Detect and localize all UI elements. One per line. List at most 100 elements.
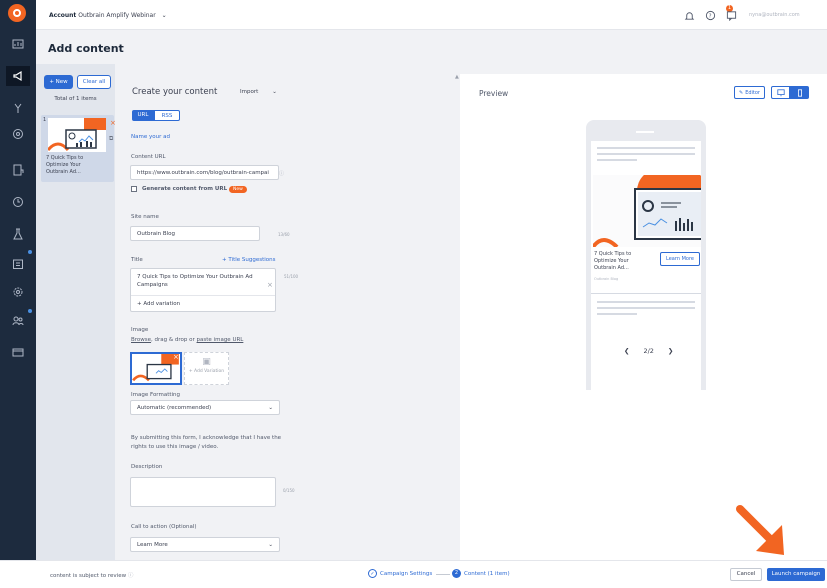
scroll-up-icon[interactable]: ▲ [455, 74, 459, 80]
notifications-bell-icon[interactable] [682, 8, 696, 22]
total-items-count: Total of 1 items [54, 96, 97, 102]
review-notice: content is subject to review ⓘ [50, 571, 133, 579]
title-suggestions-link[interactable]: + Title Suggestions [222, 257, 276, 263]
new-badge: New [229, 186, 247, 193]
title-label: Title [131, 257, 143, 263]
create-content-title: Create your content [132, 87, 218, 97]
remove-image-icon[interactable]: × [173, 354, 179, 361]
preview-panel: Preview ✎ Editor 7 Quick Tips to Optimiz… [460, 74, 827, 560]
review-text: content is subject to review [50, 573, 127, 579]
conversions-icon[interactable] [6, 98, 30, 118]
tab-rss[interactable]: RSS [154, 110, 180, 121]
tab-url[interactable]: URL [132, 110, 154, 121]
title-input-box[interactable]: 7 Quick Tips to Optimize Your Outbrain A… [130, 268, 276, 312]
calendar-icon[interactable] [6, 254, 30, 274]
users-icon[interactable] [6, 311, 30, 331]
desktop-view-button[interactable] [771, 86, 790, 99]
content-url-input[interactable]: https://www.outbrain.com/blog/outbrain-c… [130, 165, 279, 180]
info-icon: ⓘ [127, 573, 134, 579]
check-circle-icon: ✓ [368, 569, 377, 578]
mobile-view-button[interactable] [790, 86, 809, 99]
name-your-ad-link[interactable]: Name your ad [131, 134, 170, 140]
editor-button[interactable]: ✎ Editor [734, 86, 765, 99]
image-thumbnail[interactable]: × [130, 352, 182, 385]
dashboard-icon[interactable] [6, 34, 30, 54]
settings-gear-icon[interactable] [6, 282, 30, 302]
chevron-down-icon: ⌄ [161, 12, 167, 19]
calendar-dot-indicator [28, 250, 32, 254]
add-title-variation[interactable]: + Add variation [131, 295, 275, 312]
generate-content-checkbox[interactable] [131, 186, 137, 192]
lab-icon[interactable] [6, 224, 30, 244]
mobile-icon [797, 88, 802, 97]
sidebar [0, 0, 36, 588]
audiences-icon[interactable] [6, 124, 30, 144]
site-name-input[interactable]: Outbrain Blog [130, 226, 260, 241]
top-bar: Account Outbrain Amplify Webinar ⌄ 1 ? n… [36, 0, 827, 30]
title-text: 7 Quick Tips to Optimize Your Outbrain A… [137, 274, 253, 288]
preview-ad-image [593, 175, 701, 247]
description-textarea[interactable] [130, 477, 276, 507]
chevron-right-icon[interactable]: ❯ [668, 347, 673, 355]
footer-bar: content is subject to review ⓘ ✓ Campaig… [0, 560, 827, 588]
messages-icon[interactable] [724, 8, 738, 22]
page-title: Add content [48, 42, 124, 55]
reports-icon[interactable] [6, 160, 30, 180]
highlight-arrow-icon [736, 505, 784, 555]
description-label: Description [131, 464, 163, 470]
user-menu[interactable]: nyna@outbrain.com [749, 12, 823, 18]
paste-image-url-link[interactable]: paste image URL [197, 337, 244, 343]
description-counter: 0/150 [283, 488, 295, 493]
help-icon[interactable]: ? [703, 8, 717, 22]
account-selector[interactable]: Account Outbrain Amplify Webinar ⌄ [49, 12, 167, 19]
browse-link[interactable]: Browse [131, 337, 151, 343]
preview-card-site: Outbrain Blog [594, 277, 619, 281]
step-campaign-settings[interactable]: ✓ Campaign Settings [368, 569, 432, 578]
site-name-counter: 13/60 [278, 232, 290, 237]
preview-cta-button: Learn More [660, 252, 700, 266]
users-dot-indicator [28, 309, 32, 313]
site-name-label: Site name [131, 214, 159, 220]
step2-label: Content (1 item) [464, 570, 510, 577]
drag-drop-text: , drag & drop or [151, 337, 197, 343]
list-item[interactable]: 1 × ⧉ 7 Quick Tips to Optimize Your Outb… [41, 115, 116, 182]
add-image-variation-button[interactable]: ▣ + Add Variation [184, 352, 229, 385]
chevron-left-icon[interactable]: ❮ [624, 347, 629, 355]
cta-label: Call to action (Optional) [131, 524, 197, 530]
cancel-button[interactable]: Cancel [730, 568, 762, 581]
campaigns-megaphone-icon[interactable] [6, 66, 30, 86]
item-number: 1 [43, 117, 47, 123]
import-dropdown[interactable]: Import ⌄ [240, 89, 277, 95]
content-list-panel: + New Clear all Total of 1 items 1 × ⧉ 7… [36, 64, 116, 560]
svg-text:?: ? [708, 13, 711, 19]
preview-card-title: 7 Quick Tips to Optimize Your Outbrain A… [594, 251, 632, 271]
cta-select[interactable]: Learn More ⌄ [130, 537, 280, 552]
info-icon: ⓘ [279, 171, 285, 177]
duplicate-item-icon[interactable]: ⧉ [109, 135, 113, 143]
desktop-icon [776, 88, 785, 96]
item-thumbnail [48, 118, 106, 152]
editor-label: Editor [745, 89, 760, 96]
preview-pager: ❮ 2/2 ❯ [624, 347, 673, 355]
clear-all-button[interactable]: Clear all [77, 75, 111, 89]
new-item-button[interactable]: + New [44, 75, 73, 89]
clear-title-icon[interactable]: × [267, 281, 273, 289]
image-placeholder-icon: ▣ [202, 357, 211, 367]
chevron-down-icon: ⌄ [272, 89, 277, 95]
image-upload-instructions: Browse, drag & drop or paste image URL [131, 337, 243, 343]
step-content[interactable]: 2 Content (1 item) [452, 569, 510, 578]
step2-number: 2 [452, 569, 461, 578]
content-url-label: Content URL [131, 154, 166, 160]
billing-card-icon[interactable] [6, 342, 30, 362]
history-icon[interactable] [6, 192, 30, 212]
item-title: 7 Quick Tips to Optimize Your Outbrain A… [46, 155, 84, 175]
image-formatting-label: Image Formatting [131, 392, 181, 398]
image-label: Image [131, 327, 149, 333]
pager-indicator: 2/2 [643, 347, 654, 355]
image-formatting-select[interactable]: Automatic (recommended) ⌄ [130, 400, 280, 415]
create-content-form: Create your content Import ⌄ URL RSS Name… [115, 64, 450, 560]
step1-label: Campaign Settings [380, 570, 433, 577]
outbrain-logo-icon[interactable] [8, 4, 26, 22]
preview-title: Preview [479, 89, 509, 98]
launch-campaign-button[interactable]: Launch campaign [767, 568, 825, 581]
